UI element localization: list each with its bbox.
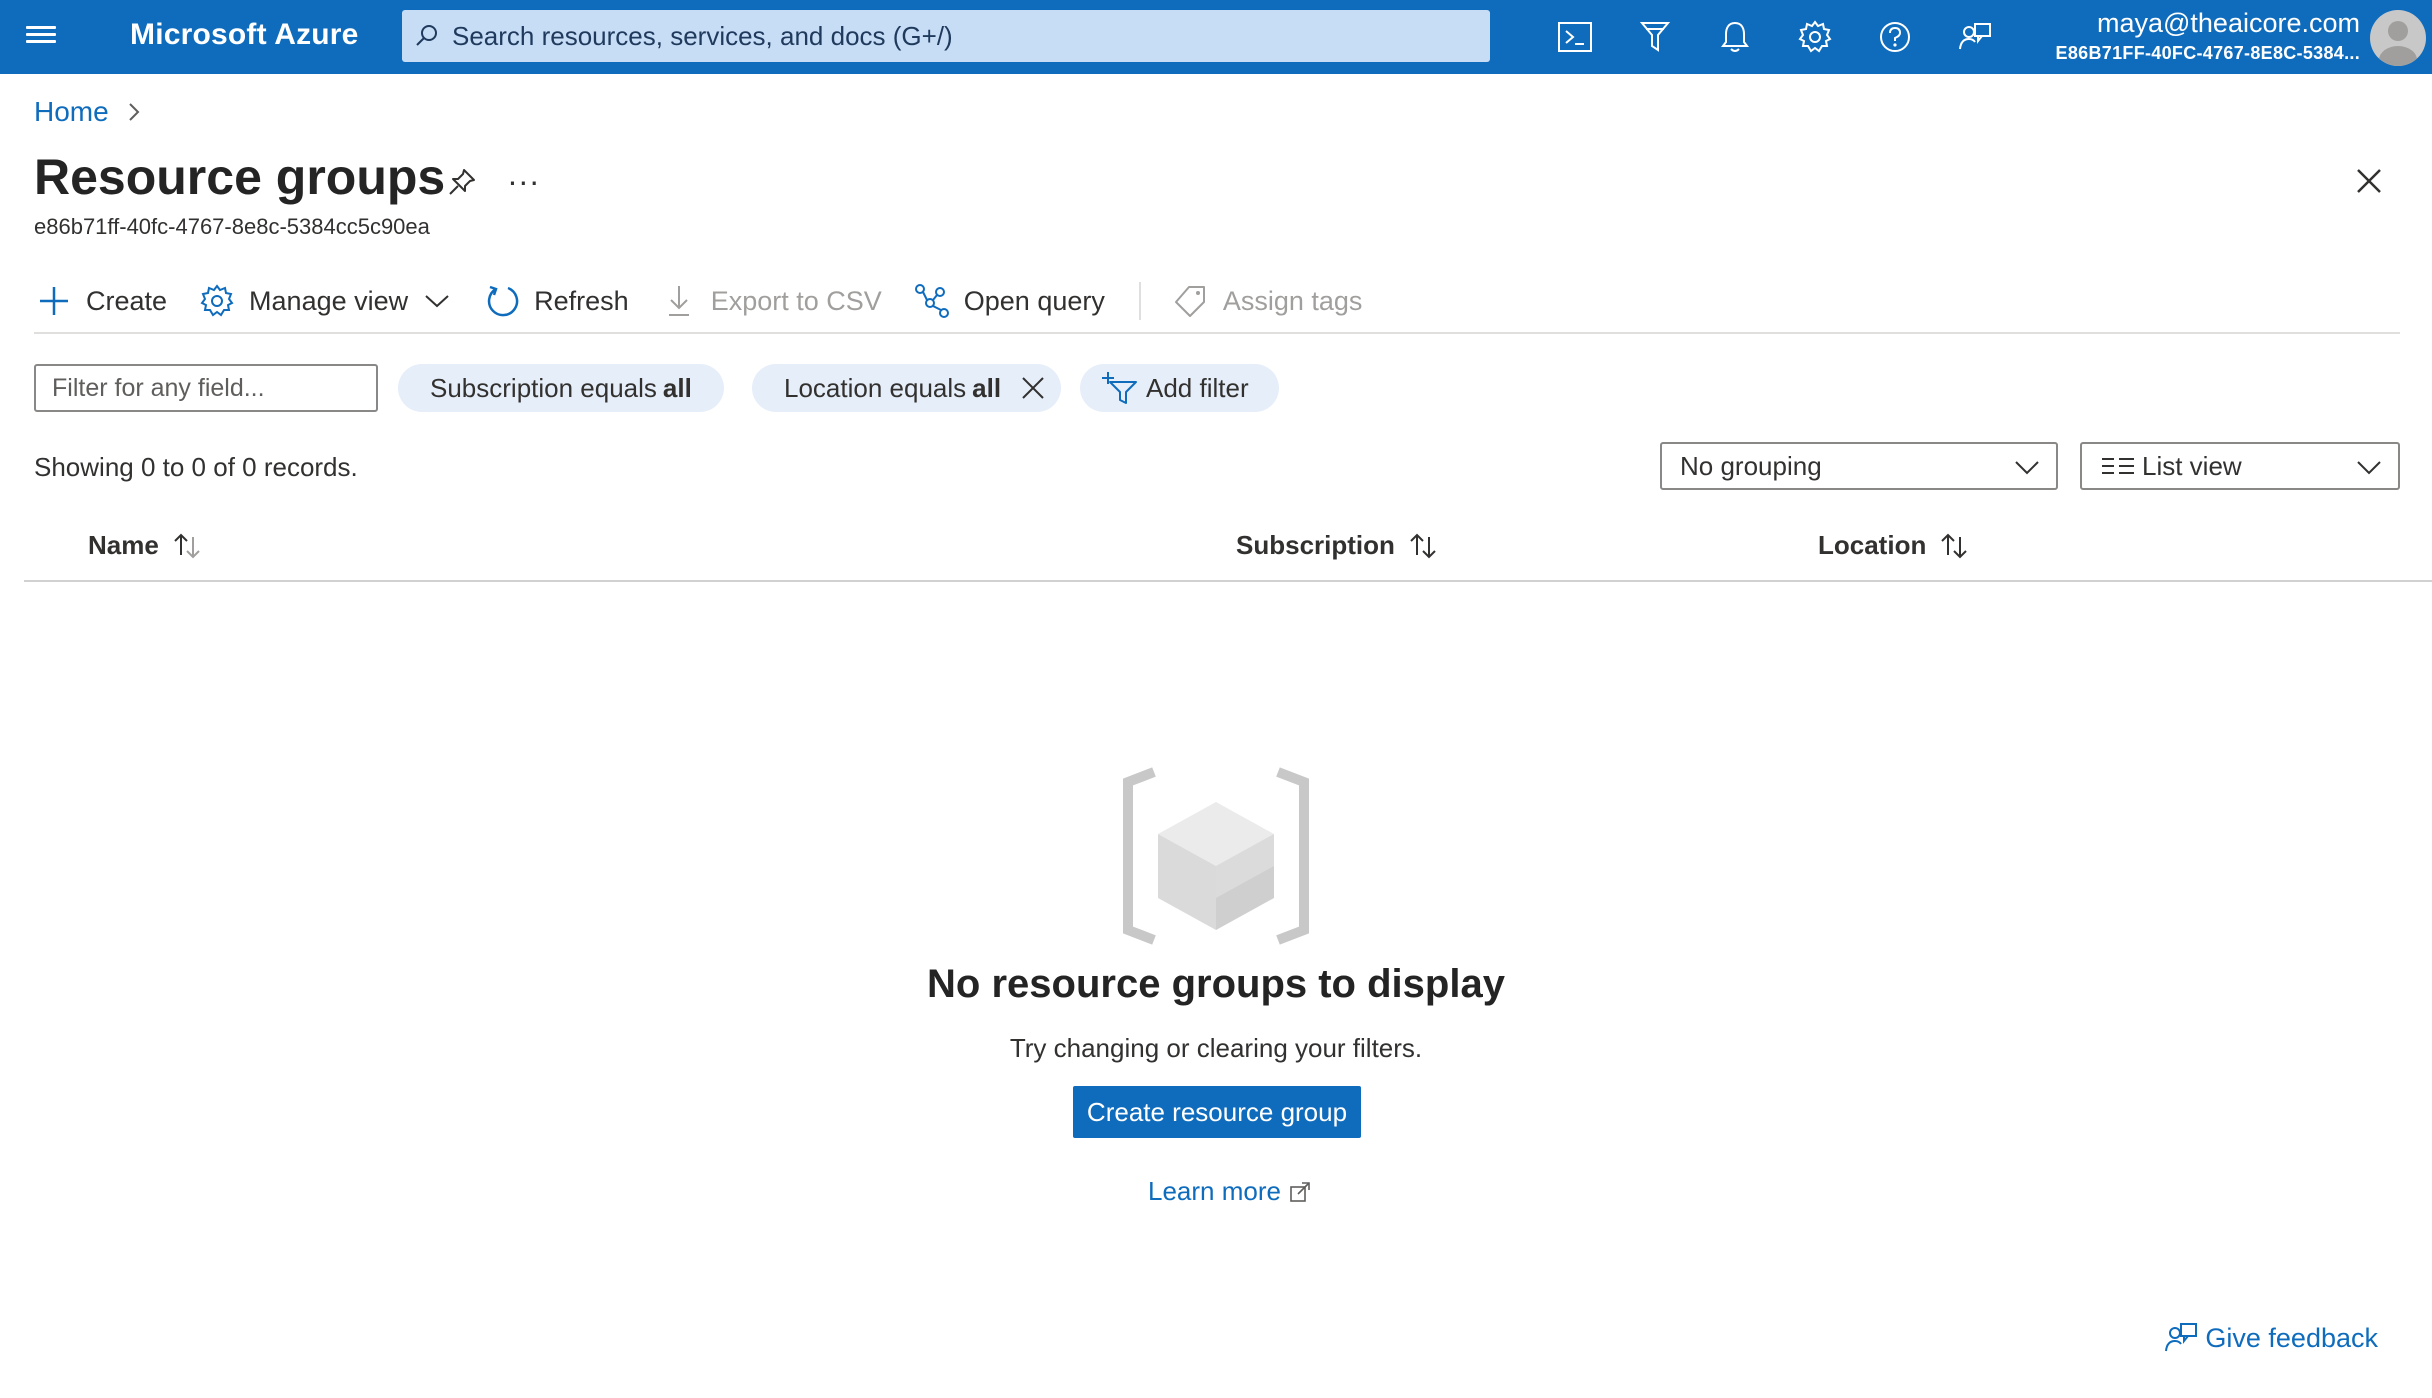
global-search-box[interactable]: Search resources, services, and docs (G+… [402,10,1490,62]
account-email: maya@theaicore.com [2096,8,2360,38]
feedback-icon [2165,1323,2198,1352]
gear-icon [197,281,237,321]
refresh-icon [482,281,522,321]
breadcrumb-home-link[interactable]: Home [34,96,109,128]
give-feedback-label: Give feedback [2205,1322,2378,1353]
subscription-id: e86b71ff-40fc-4767-8e8c-5384cc5c90ea [34,214,430,239]
view-dropdown[interactable]: List view [2080,442,2400,490]
column-header-name[interactable]: Name [88,530,207,561]
pin-icon[interactable] [442,162,482,202]
subscription-filter-label: Subscription equals [430,372,657,403]
chevron-down-icon [2357,461,2381,475]
refresh-label: Refresh [534,285,629,316]
empty-state-subtitle: Try changing or clearing your filters. [1009,1033,1423,1063]
subscription-filter-value: all [662,372,692,403]
brand-title[interactable]: Microsoft Azure [130,18,359,52]
sort-icon [1941,533,1968,558]
column-location-label: Location [1818,530,1927,560]
refresh-button[interactable]: Refresh [482,274,629,328]
column-name-label: Name [88,530,159,560]
directory-filter-icon[interactable] [1615,14,1695,60]
empty-state-title: No resource groups to display [927,962,1505,1006]
open-query-label: Open query [963,285,1105,316]
export-csv-button[interactable]: Export to CSV [659,274,882,328]
settings-icon[interactable] [1775,14,1855,60]
assign-tags-label: Assign tags [1222,285,1363,316]
account-tenant: E86B71FF-40FC-4767-8E8C-5384... [2055,43,2360,63]
account-info[interactable]: maya@theaicore.com E86B71FF-40FC-4767-8E… [2056,6,2360,66]
records-count: Showing 0 to 0 of 0 records. [34,452,358,482]
create-resource-group-button[interactable]: Create resource group [1073,1086,1361,1138]
help-icon[interactable] [1855,14,1935,60]
download-icon [659,281,699,321]
export-csv-label: Export to CSV [710,285,882,316]
search-placeholder: Search resources, services, and docs (G+… [452,20,953,51]
notifications-icon[interactable] [1695,14,1775,60]
chevron-down-icon [2015,461,2039,475]
plus-icon [34,281,74,321]
top-navigation-bar: Microsoft Azure Search resources, servic… [0,0,2432,74]
avatar[interactable] [2370,10,2426,66]
location-filter-value: all [972,372,1002,403]
sort-ascending-icon [174,533,200,558]
manage-view-button[interactable]: Manage view [197,274,452,328]
location-filter-pill[interactable]: Location equals all [752,364,1062,412]
open-query-button[interactable]: Open query [912,274,1105,328]
feedback-icon[interactable] [1935,14,2015,60]
breadcrumb: Home [34,96,143,128]
create-label: Create [86,285,168,316]
add-filter-icon [1102,372,1137,404]
command-bar: Create Manage view Refresh Export to CSV… [34,270,2400,334]
manage-view-label: Manage view [249,285,409,316]
column-header-location[interactable]: Location [1818,530,1974,561]
close-icon[interactable] [2350,162,2388,200]
learn-more-link[interactable]: Learn more [1148,1176,1311,1207]
chevron-down-icon [425,295,449,308]
list-view-icon [2102,458,2134,474]
toolbar-divider [1138,282,1141,320]
grouping-dropdown[interactable]: No grouping [1660,442,2058,490]
column-subscription-label: Subscription [1236,530,1395,560]
tag-icon [1171,281,1211,321]
search-icon [402,10,452,62]
external-link-icon [1290,1181,1310,1202]
remove-filter-icon[interactable] [1019,374,1047,402]
add-filter-label: Add filter [1146,372,1249,403]
query-graph-icon [912,281,952,321]
column-header-subscription[interactable]: Subscription [1236,530,1443,561]
assign-tags-button[interactable]: Assign tags [1171,274,1363,328]
resource-group-cube-icon [1123,767,1309,945]
sort-icon [1410,533,1436,558]
filter-input[interactable] [34,364,378,412]
create-button[interactable]: Create [34,274,167,328]
learn-more-label: Learn more [1148,1176,1281,1206]
cloud-shell-icon[interactable] [1535,14,1615,60]
table-header: Name Subscription Location [24,520,2432,582]
location-filter-label: Location equals [784,372,967,403]
give-feedback-link[interactable]: Give feedback [2163,1320,2378,1356]
grouping-selected: No grouping [1680,450,1822,481]
subscription-filter-pill[interactable]: Subscription equals all [398,364,724,412]
add-filter-button[interactable]: Add filter [1080,364,1279,412]
more-options-button[interactable]: ... [508,156,541,193]
view-selected: List view [2142,450,2242,481]
portal-menu-icon[interactable] [26,22,56,52]
page-title: Resource groups [34,149,446,205]
chevron-right-icon [128,103,140,121]
